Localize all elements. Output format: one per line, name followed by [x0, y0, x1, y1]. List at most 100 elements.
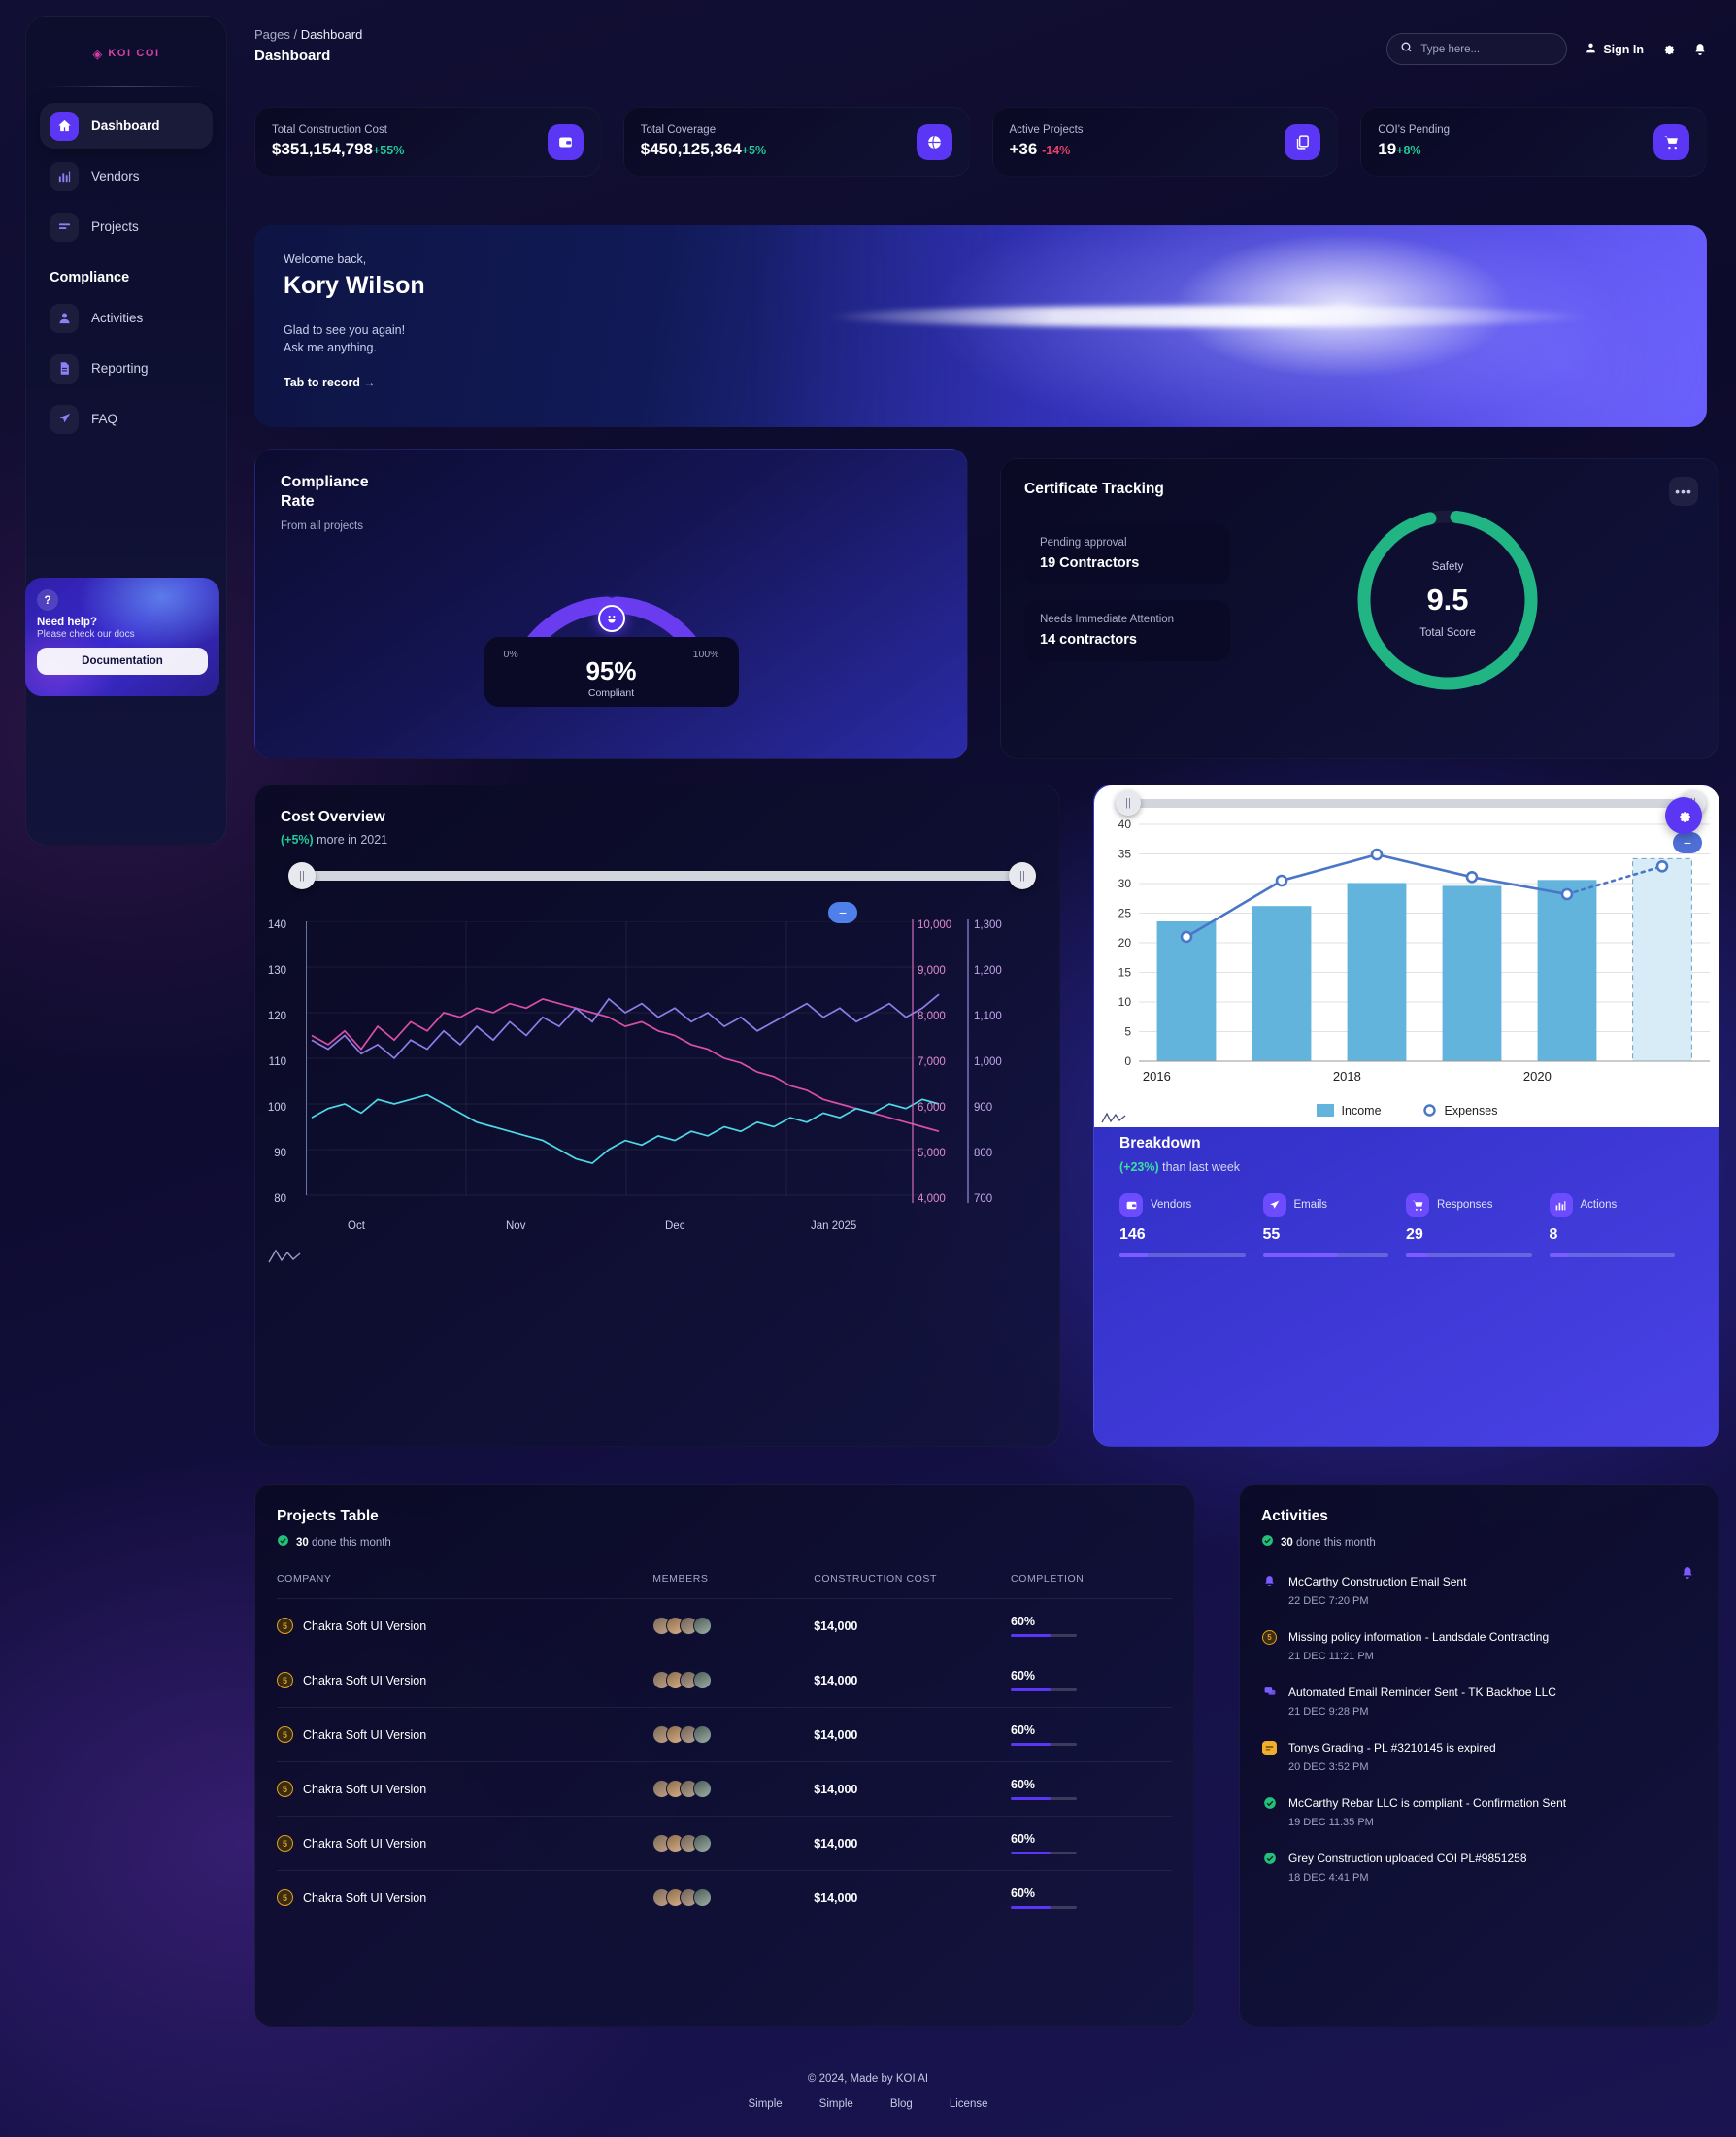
company-name: Chakra Soft UI Version: [303, 1619, 427, 1633]
more-options-icon[interactable]: •••: [1669, 477, 1698, 506]
stat-number: +36: [1009, 140, 1038, 158]
footer-link[interactable]: Blog: [890, 2098, 913, 2110]
sidebar-item-vendors[interactable]: Vendors: [40, 153, 213, 199]
bar-2018[interactable]: [1347, 883, 1407, 1061]
sidebar-item-dashboard[interactable]: Dashboard: [40, 103, 213, 149]
table-row[interactable]: 5 Chakra Soft UI Version $14,000 60%: [277, 1761, 1172, 1817]
pending-approval-card[interactable]: Pending approval 19 Contractors: [1024, 523, 1230, 584]
activity-item[interactable]: Tonys Grading - PL #3210145 is expired 2…: [1261, 1739, 1696, 1773]
table-row[interactable]: 5 Chakra Soft UI Version $14,000 60%: [277, 1816, 1172, 1871]
table-row[interactable]: 5 Chakra Soft UI Version $14,000 60%: [277, 1707, 1172, 1762]
completion-percent: 60%: [1011, 1887, 1036, 1900]
documentation-button[interactable]: Documentation: [37, 648, 208, 675]
activities-done-count: 30: [1281, 1537, 1293, 1549]
completion-percent: 60%: [1011, 1669, 1036, 1683]
income-range-handle-left[interactable]: ||: [1116, 790, 1141, 816]
breakdown-item-responses: Responses 29: [1406, 1193, 1550, 1257]
footer-link[interactable]: Simple: [749, 2098, 783, 2110]
column-completion: COMPLETION: [1011, 1573, 1172, 1599]
income-expenses-plot: 0 5 10 15 20 25 30 35 40 2016 2018 2020: [1118, 818, 1710, 1084]
stat-number: $450,125,364: [640, 140, 742, 158]
compliance-rate-subtitle: From all projects: [281, 520, 363, 532]
rocket-icon: [1262, 1193, 1286, 1217]
stat-value: $450,125,364+5%: [641, 140, 766, 159]
company-name: Chakra Soft UI Version: [303, 1727, 427, 1742]
bar-chart-icon: [50, 161, 79, 191]
activity-item[interactable]: Grey Construction uploaded COI PL#985125…: [1261, 1850, 1696, 1884]
search-box[interactable]: [1386, 33, 1568, 65]
construction-cost-cell: $14,000: [814, 1890, 858, 1905]
gear-icon[interactable]: [1661, 42, 1676, 56]
expenses-point-2018[interactable]: [1370, 848, 1384, 861]
expenses-point-2019[interactable]: [1465, 870, 1479, 884]
breadcrumb-root[interactable]: Pages: [254, 27, 290, 42]
cost-overview-collapse-button[interactable]: −: [828, 902, 857, 923]
footer-link[interactable]: License: [950, 2098, 988, 2110]
stat-card-total-coverage[interactable]: Total Coverage $450,125,364+5%: [622, 107, 970, 177]
needs-attention-card[interactable]: Needs Immediate Attention 14 contractors: [1024, 600, 1230, 661]
expenses-point-2016[interactable]: [1180, 930, 1193, 944]
bar-2020[interactable]: [1537, 880, 1597, 1061]
members-avatars: [652, 1725, 814, 1744]
search-input[interactable]: [1420, 43, 1554, 55]
company-cell: 5 Chakra Soft UI Version: [277, 1781, 652, 1797]
stat-card-construction-cost[interactable]: Total Construction Cost $351,154,798+55%: [254, 107, 601, 177]
bar-2017[interactable]: [1252, 906, 1312, 1061]
activity-item[interactable]: 5 Missing policy information - Landsdale…: [1261, 1628, 1696, 1662]
column-construction-cost: CONSTRUCTION COST: [814, 1573, 1012, 1599]
sidebar-item-reporting[interactable]: Reporting: [40, 346, 213, 391]
table-row[interactable]: 5 Chakra Soft UI Version $14,000 60%: [277, 1598, 1172, 1653]
y-tick-mid: 5,000: [918, 1148, 946, 1159]
activity-item[interactable]: Automated Email Reminder Sent - TK Backh…: [1261, 1684, 1696, 1718]
bar-2019[interactable]: [1442, 885, 1502, 1061]
bar-chart-icon: [1549, 1193, 1573, 1217]
company-logo-icon: 5: [277, 1781, 293, 1797]
help-card: ? Need help? Please check our docs Docum…: [25, 578, 219, 696]
footer-link[interactable]: Simple: [819, 2098, 853, 2110]
stat-card-active-projects[interactable]: Active Projects +36 -14%: [991, 107, 1339, 177]
breadcrumb-current: Dashboard: [300, 27, 363, 42]
activities-done-text: done this month: [1292, 1537, 1376, 1549]
stat-card-cois-pending[interactable]: COI's Pending 19+8%: [1360, 107, 1707, 177]
activity-timestamp: 20 DEC 3:52 PM: [1288, 1761, 1369, 1773]
expenses-point-2021[interactable]: [1655, 859, 1669, 873]
activity-item[interactable]: McCarthy Rebar LLC is compliant - Confir…: [1261, 1794, 1696, 1828]
table-row[interactable]: 5 Chakra Soft UI Version $14,000 60%: [277, 1871, 1172, 1925]
breakdown-metrics: Vendors 146 Emails 55 Responses 29 Actio…: [1119, 1193, 1692, 1257]
list-icon: [50, 212, 79, 242]
cart-icon: [1653, 123, 1689, 160]
sign-in-button[interactable]: Sign In: [1585, 42, 1644, 57]
bell-icon[interactable]: [1693, 43, 1707, 56]
x-tick-nov: Nov: [506, 1220, 526, 1232]
cost-overview-range-slider[interactable]: || ||: [288, 862, 1036, 889]
welcome-greeting: Welcome back,: [284, 252, 367, 266]
activity-item[interactable]: McCarthy Construction Email Sent 22 DEC …: [1261, 1573, 1696, 1607]
expenses-point-2020[interactable]: [1560, 887, 1574, 901]
sidebar-item-faq[interactable]: FAQ: [40, 396, 213, 442]
completion-percent: 60%: [1011, 1723, 1036, 1737]
breakdown-value: 29: [1406, 1226, 1423, 1243]
activities-bell-icon[interactable]: [1681, 1566, 1694, 1585]
bar-2021[interactable]: [1632, 857, 1692, 1062]
safety-score-donut: Safety 9.5 Total Score: [1351, 503, 1545, 697]
members-avatars: [652, 1671, 814, 1689]
sidebar-item-activities[interactable]: Activities: [40, 295, 213, 341]
sidebar-item-projects[interactable]: Projects: [40, 204, 213, 250]
y-tick-left: 80: [274, 1193, 286, 1205]
range-handle-right[interactable]: ||: [1009, 862, 1036, 889]
range-handle-left[interactable]: ||: [288, 862, 316, 889]
y-tick-left: 130: [267, 965, 286, 977]
breakdown-progress: [1262, 1253, 1389, 1257]
chart-settings-gear-icon[interactable]: [1665, 797, 1702, 834]
expenses-point-2017[interactable]: [1275, 874, 1288, 887]
document-icon: [50, 353, 79, 384]
y-tick-label: 30: [1118, 877, 1132, 890]
tab-to-record-link[interactable]: Tab to record →: [284, 376, 1678, 389]
cost-overview-card: Cost Overview (+5%) more in 2021 || || −…: [254, 785, 1060, 1447]
breakdown-title: Breakdown: [1119, 1135, 1201, 1152]
company-cell: 5 Chakra Soft UI Version: [277, 1672, 652, 1688]
y-tick-label: 5: [1124, 1025, 1131, 1039]
table-row[interactable]: 5 Chakra Soft UI Version $14,000 60%: [277, 1653, 1172, 1708]
breakdown-delta-rest: than last week: [1158, 1160, 1241, 1174]
income-range-slider[interactable]: || ||: [1116, 790, 1706, 816]
